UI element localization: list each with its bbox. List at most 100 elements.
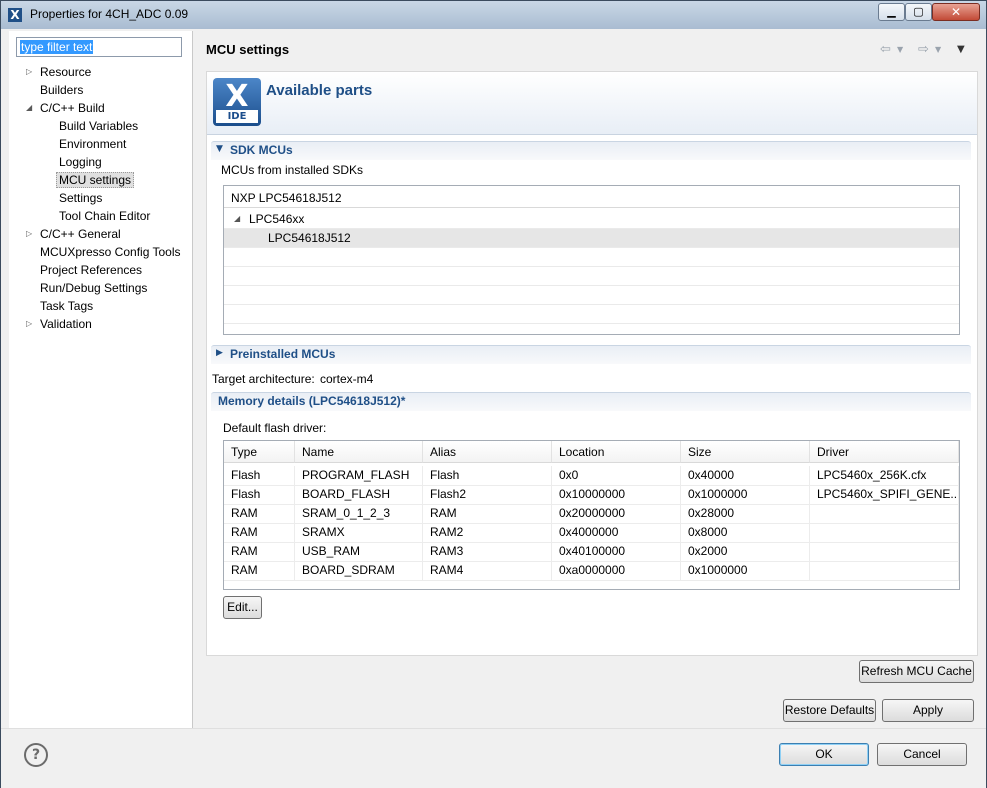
- sdk-mcu-tree: NXP LPC54618J512 ◢ LPC546xx LPC54618J512: [223, 185, 960, 335]
- minimize-button[interactable]: ▁: [878, 3, 905, 21]
- table-cell: [810, 504, 959, 523]
- tree-item-label: MCU settings: [56, 172, 135, 188]
- tree-node-lpc54618j512[interactable]: LPC54618J512: [224, 229, 959, 248]
- tree-item-label: C/C++ General: [40, 227, 121, 241]
- tree-item[interactable]: Build Variables: [59, 117, 138, 135]
- table-cell: RAM4: [423, 561, 552, 580]
- tree-item[interactable]: ▷ Resource: [26, 63, 92, 81]
- table-cell: LPC5460x_SPIFI_GENE...: [810, 485, 959, 504]
- tree-item[interactable]: Logging: [59, 153, 102, 171]
- tree-item[interactable]: Project References: [40, 261, 142, 279]
- tree-item-label: Resource: [40, 65, 92, 79]
- table-row[interactable]: Flash PROGRAM_FLASH Flash 0x0 0x40000 LPC5460…: [224, 466, 959, 486]
- tree-item-label: Environment: [59, 137, 127, 151]
- tree-item[interactable]: Builders: [40, 81, 83, 99]
- minimize-icon: ▁: [887, 5, 896, 18]
- table-cell: 0x28000: [681, 504, 810, 523]
- maximize-button[interactable]: ▢: [905, 3, 932, 21]
- tree-item-label: Run/Debug Settings: [40, 281, 148, 295]
- empty-row: [224, 305, 959, 324]
- available-parts-heading: Available parts: [266, 82, 373, 99]
- column-header[interactable]: Alias: [423, 441, 552, 463]
- sdk-subtitle: MCUs from installed SDKs: [221, 163, 364, 177]
- properties-window: X Properties for 4CH_ADC 0.09 ▁ ▢ ✕ type…: [0, 0, 987, 788]
- column-header[interactable]: Name: [295, 441, 423, 463]
- table-cell: Flash2: [423, 485, 552, 504]
- tree-item-label: Settings: [59, 191, 103, 205]
- tree-item-label: Task Tags: [40, 299, 94, 313]
- tree-item-label: Tool Chain Editor: [59, 209, 151, 223]
- table-cell: 0x0: [552, 466, 681, 485]
- empty-row: [224, 286, 959, 305]
- table-cell: 0x1000000: [681, 485, 810, 504]
- view-menu-icon[interactable]: ▼: [957, 44, 965, 55]
- back-icon[interactable]: ⇦: [880, 42, 891, 57]
- tree-item[interactable]: Task Tags: [40, 297, 93, 315]
- tree-item[interactable]: ▷ Validation: [26, 315, 92, 333]
- table-cell: 0x2000: [681, 542, 810, 561]
- ok-button[interactable]: OK: [779, 743, 869, 766]
- table-cell: 0x1000000: [681, 561, 810, 580]
- table-row[interactable]: RAM SRAMX RAM2 0x4000000 0x8000: [224, 523, 959, 543]
- help-icon[interactable]: ?: [24, 743, 48, 767]
- dialog-button-bar: ? OK Cancel: [1, 728, 986, 788]
- table-cell: 0x40100000: [552, 542, 681, 561]
- tree-item[interactable]: Settings: [59, 189, 102, 207]
- table-cell: 0x8000: [681, 523, 810, 542]
- sdk-mcus-section-header[interactable]: ▼ SDK MCUs: [211, 141, 971, 160]
- column-header[interactable]: Type: [224, 441, 295, 463]
- column-header[interactable]: Location: [552, 441, 681, 463]
- table-cell: RAM: [224, 542, 295, 561]
- page-title: MCU settings: [206, 42, 290, 57]
- close-icon: ✕: [950, 5, 962, 19]
- maximize-icon: ▢: [913, 5, 924, 18]
- memory-details-section-header[interactable]: Memory details (LPC54618J512)*: [211, 392, 971, 411]
- table-cell: BOARD_SDRAM: [295, 561, 423, 580]
- table-row[interactable]: RAM BOARD_SDRAM RAM4 0xa0000000 0x1000000: [224, 561, 959, 581]
- tree-item[interactable]: Run/Debug Settings: [40, 279, 147, 297]
- tree-item[interactable]: ◢ C/C++ Build: [26, 99, 105, 117]
- collapsed-twisty-icon[interactable]: ▷: [26, 225, 36, 243]
- title-bar[interactable]: X Properties for 4CH_ADC 0.09 ▁ ▢ ✕: [1, 1, 986, 29]
- preinstalled-mcus-section-header[interactable]: ▶ Preinstalled MCUs: [211, 345, 971, 364]
- table-cell: PROGRAM_FLASH: [295, 466, 423, 485]
- cancel-button[interactable]: Cancel: [877, 743, 967, 766]
- column-header[interactable]: Size: [681, 441, 810, 463]
- refresh-mcu-cache-button[interactable]: Refresh MCU Cache: [859, 660, 974, 683]
- table-cell: Flash: [224, 466, 295, 485]
- restore-defaults-button[interactable]: Restore Defaults: [783, 699, 876, 722]
- apply-button[interactable]: Apply: [882, 699, 974, 722]
- tree-item-label: Logging: [59, 155, 102, 169]
- filter-input[interactable]: type filter text: [16, 37, 182, 57]
- window-title: Properties for 4CH_ADC 0.09: [30, 7, 189, 21]
- table-row[interactable]: RAM USB_RAM RAM3 0x40100000 0x2000: [224, 542, 959, 562]
- tree-node-lpc546xx[interactable]: ◢ LPC546xx: [224, 210, 959, 229]
- memory-table[interactable]: Type Name Alias Location Size Driver Flash PROG…: [223, 440, 960, 590]
- column-header[interactable]: Driver: [810, 441, 959, 463]
- empty-row: [224, 267, 959, 286]
- table-cell: RAM: [423, 504, 552, 523]
- forward-menu-icon[interactable]: ▼: [935, 45, 941, 54]
- tree-item[interactable]: ▷ C/C++ General: [26, 225, 121, 243]
- table-cell: RAM2: [423, 523, 552, 542]
- tree-item[interactable]: Tool Chain Editor: [59, 207, 150, 225]
- table-cell: SRAMX: [295, 523, 423, 542]
- back-menu-icon[interactable]: ▼: [897, 45, 903, 54]
- settings-pane: MCU settings ⇦ ▼ ⇨ ▼ ▼ X IDE Available p…: [193, 31, 986, 728]
- expanded-twisty-icon[interactable]: ◢: [26, 99, 36, 117]
- expanded-triangle-icon: ◢: [234, 214, 241, 223]
- table-cell: RAM: [224, 504, 295, 523]
- tree-item[interactable]: MCUXpresso Config Tools: [40, 243, 181, 261]
- collapsed-twisty-icon[interactable]: ▷: [26, 63, 36, 81]
- table-row[interactable]: RAM SRAM_0_1_2_3 RAM 0x20000000 0x28000: [224, 504, 959, 524]
- close-button[interactable]: ✕: [932, 3, 980, 21]
- forward-icon[interactable]: ⇨: [918, 42, 929, 57]
- tree-item-label: Validation: [40, 317, 92, 331]
- tree-item[interactable]: MCU settings: [56, 171, 135, 189]
- table-cell: [810, 542, 959, 561]
- table-row[interactable]: Flash BOARD_FLASH Flash2 0x10000000 0x100000…: [224, 485, 959, 505]
- edit-button[interactable]: Edit...: [223, 596, 262, 619]
- table-cell: BOARD_FLASH: [295, 485, 423, 504]
- tree-item[interactable]: Environment: [59, 135, 126, 153]
- collapsed-twisty-icon[interactable]: ▷: [26, 315, 36, 333]
